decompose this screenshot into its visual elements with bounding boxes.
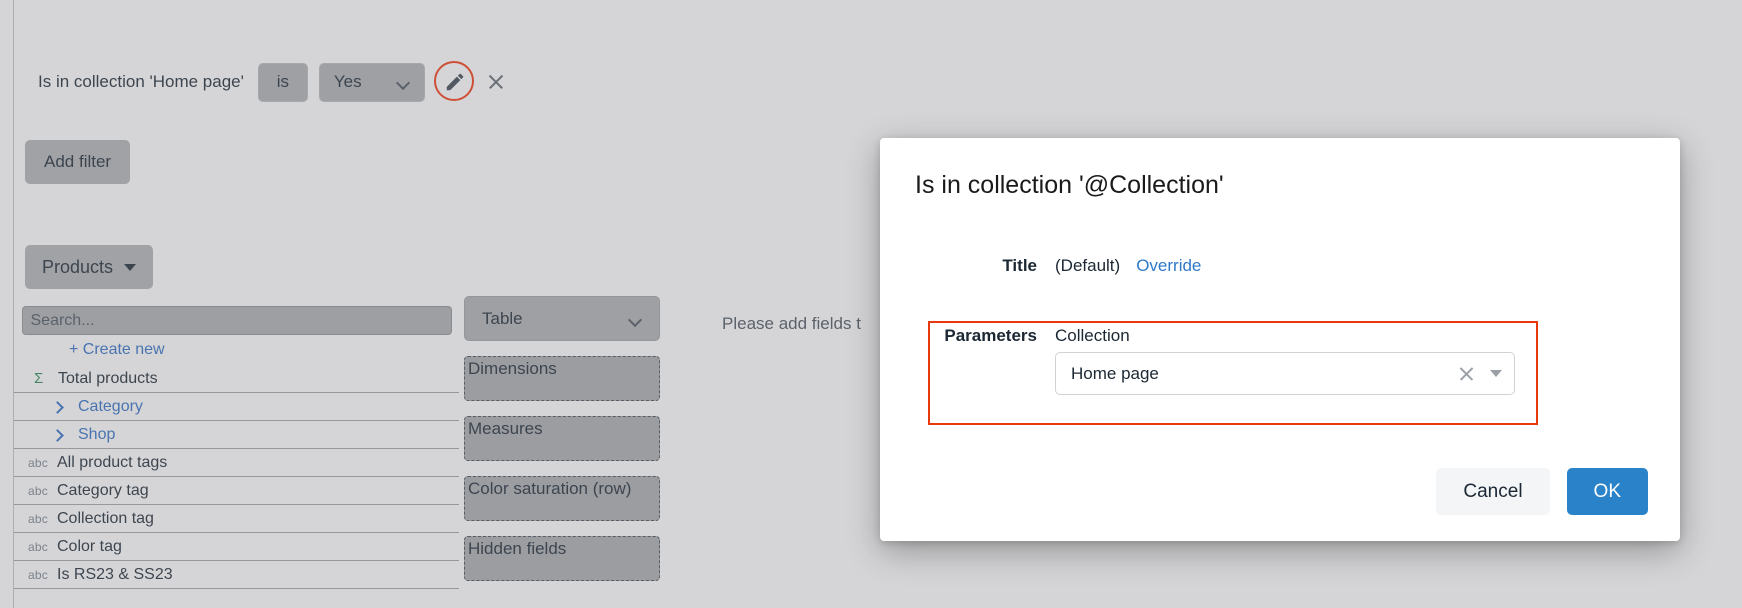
dropzone-color-saturation[interactable]: Color saturation (row) [464,476,660,521]
field-row[interactable]: abc All product tags [14,449,459,477]
ok-button[interactable]: OK [1567,468,1648,515]
collection-select-value: Home page [1071,364,1457,384]
abc-icon: abc [28,540,54,554]
field-label: Color tag [57,538,122,556]
abc-icon: abc [28,568,54,582]
title-field-label: Title [880,256,1037,276]
field-label: Collection tag [57,510,154,528]
dropzone-label: Hidden fields [468,539,566,559]
collection-field-label: Collection [1055,326,1130,346]
abc-icon: abc [28,484,54,498]
title-override-link[interactable]: Override [1136,256,1201,276]
dropzone-hidden-fields[interactable]: Hidden fields [464,536,660,581]
field-row[interactable]: abc Collection tag [14,505,459,533]
filter-operator-button[interactable]: is [258,63,308,102]
field-row[interactable]: Σ Total products [14,365,459,393]
create-new-field-link[interactable]: + Create new [14,335,459,365]
filter-value-label: Yes [334,72,362,92]
filter-label: Is in collection 'Home page' [38,72,244,92]
filter-row: Is in collection 'Home page' is Yes [38,62,507,102]
field-row[interactable]: Category [14,393,459,421]
viz-type-dropdown[interactable]: Table [464,296,660,341]
collection-select[interactable]: Home page [1055,352,1515,395]
field-row[interactable]: abc Is RS23 & SS23 [14,561,459,589]
chevron-right-icon[interactable] [52,401,64,413]
remove-filter-button[interactable] [485,71,507,93]
sigma-icon: Σ [34,370,54,387]
parameters-label: Parameters [880,326,1037,346]
modal-footer: Cancel OK [1436,468,1648,515]
close-icon[interactable] [1457,364,1476,383]
field-label: All product tags [57,454,167,472]
caret-down-icon[interactable] [1490,370,1502,377]
add-filter-label: Add filter [44,152,111,172]
dropzone-measures[interactable]: Measures [464,416,660,461]
edit-filter-modal: Is in collection '@Collection' Title (De… [880,138,1680,541]
chevron-right-icon[interactable] [52,429,64,441]
canvas-empty-state: Please add fields t [722,314,861,334]
edit-filter-button[interactable] [433,60,477,104]
caret-down-icon [124,264,136,271]
chevron-down-icon [397,78,410,86]
annotation-circle [434,61,474,101]
filter-value-dropdown[interactable]: Yes [319,63,425,102]
cancel-button[interactable]: Cancel [1436,468,1549,515]
abc-icon: abc [28,456,54,470]
dropzone-label: Measures [468,419,543,439]
field-panel: + Create new Σ Total products Category S… [14,296,459,608]
add-filter-button[interactable]: Add filter [25,140,130,184]
field-row[interactable]: Shop [14,421,459,449]
search-input[interactable] [22,306,452,335]
field-label: Shop [78,426,115,444]
create-new-label: + Create new [69,341,165,359]
data-source-dropdown[interactable]: Products [25,245,153,289]
title-row: Title (Default) Override [880,256,1680,276]
viz-type-label: Table [482,309,523,329]
data-source-label: Products [42,257,113,278]
abc-icon: abc [28,512,54,526]
modal-title: Is in collection '@Collection' [915,171,1224,200]
dropzone-dimensions[interactable]: Dimensions [464,356,660,401]
field-label: Category tag [57,482,149,500]
dropzone-label: Color saturation (row) [468,479,631,499]
title-field-value: (Default) [1055,256,1120,276]
chevron-down-icon [629,315,642,323]
filter-operator-label: is [277,72,289,92]
dropzone-label: Dimensions [468,359,557,379]
field-row[interactable]: abc Color tag [14,533,459,561]
chart-config-column: Table Dimensions Measures Color saturati… [464,296,664,581]
field-label: Total products [58,370,158,388]
field-label: Category [78,398,143,416]
field-label: Is RS23 & SS23 [57,566,173,584]
field-row[interactable]: abc Category tag [14,477,459,505]
